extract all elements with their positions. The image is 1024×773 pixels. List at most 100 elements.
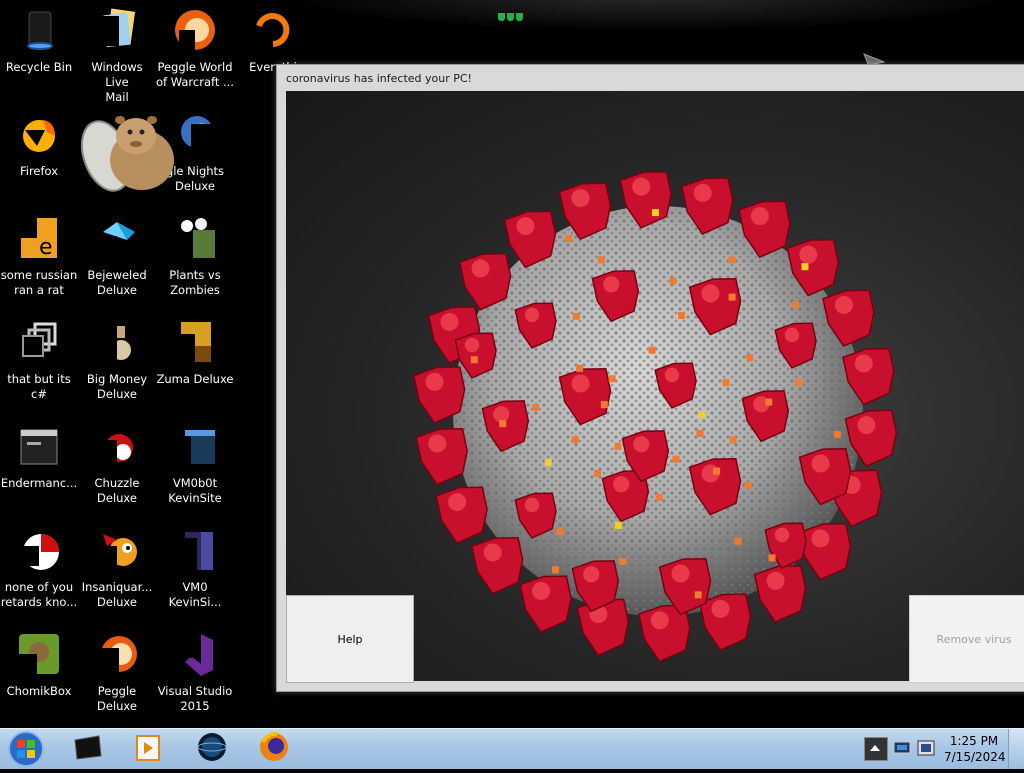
peggle-icon	[171, 6, 219, 54]
show-hidden-icons-icon[interactable]	[864, 737, 888, 761]
chomikbox-icon	[15, 630, 63, 678]
desktop-icon-bejeweled[interactable]: Bejeweled Deluxe	[78, 210, 156, 310]
clock-time: 1:25 PM	[949, 734, 999, 748]
virus-protein-dot	[734, 537, 742, 545]
virus-protein-dot	[801, 263, 809, 271]
virus-protein-dot	[669, 277, 677, 285]
capybara-image[interactable]	[80, 106, 180, 196]
virus-protein-dot	[619, 558, 627, 566]
network-icon[interactable]	[892, 739, 912, 757]
zuma-icon	[171, 318, 219, 366]
desktop-icon-big-money[interactable]: Big Money Deluxe	[78, 314, 156, 414]
virus-spike	[435, 486, 488, 545]
virus-protein-dot	[651, 209, 659, 217]
exe-icon: e	[15, 214, 63, 262]
shortcut-icon	[15, 318, 63, 366]
security-icon[interactable]	[916, 739, 936, 757]
virus-protein-dot	[499, 420, 507, 428]
desktop-icon-windows-live-mail[interactable]: Windows Live Mail	[78, 2, 156, 104]
virus-protein-dot	[728, 293, 736, 301]
system-tray	[862, 731, 942, 767]
desktop-icon-csharp[interactable]: that but its c#	[0, 314, 78, 414]
virus-protein-dot	[544, 458, 552, 466]
icon-label: that but its c#	[7, 372, 71, 401]
virus-protein-dot	[728, 256, 736, 264]
plants-vs-zombies-icon	[171, 214, 219, 262]
virus-protein-dot	[470, 356, 478, 364]
icon-label: some russian ran a rat	[0, 268, 78, 297]
virus-protein-dot	[556, 528, 564, 536]
desktop-icon-visual-studio[interactable]: Visual Studio 2015	[156, 626, 234, 726]
desktop-icon-endermanch[interactable]: Endermanc...	[0, 418, 78, 518]
taskbar-app-media-player[interactable]	[118, 731, 178, 767]
virus-protein-dot	[593, 469, 601, 477]
virus-protein-dot	[713, 467, 721, 475]
taskbar-clock[interactable]: 1:25 PM 7/15/2024	[944, 733, 1006, 765]
help-button[interactable]: Help	[286, 595, 414, 683]
virus-protein-dot	[833, 431, 841, 439]
taskbar-app-terminal[interactable]	[58, 731, 118, 767]
desktop-icon-recycle-bin[interactable]: Recycle Bin	[0, 2, 78, 102]
chuzzle-icon	[93, 422, 141, 470]
icon-label: Bejeweled Deluxe	[87, 268, 147, 297]
desktop-icon-none-of-you[interactable]: none of you retards kno...	[0, 522, 78, 622]
desktop-icon-russian-rat[interactable]: e some russian ran a rat	[0, 210, 78, 310]
firefox-icon	[15, 110, 63, 158]
virus-protein-dot	[744, 481, 752, 489]
icon-label: Insaniquar... Deluxe	[81, 580, 153, 609]
everything-icon	[249, 6, 297, 54]
desktop: Recycle Bin Firefox e some russian ran a…	[0, 0, 1024, 728]
virus-protein-dot	[694, 591, 702, 599]
clock-date: 7/15/2024	[944, 750, 1006, 764]
icon-label: Visual Studio 2015	[157, 684, 233, 713]
start-button[interactable]	[4, 729, 48, 769]
virus-spike	[576, 598, 630, 657]
vm-file-icon	[171, 526, 219, 574]
desktop-icon-pvz[interactable]: Plants vs Zombies	[156, 210, 234, 310]
remove-virus-button[interactable]: Remove virus	[909, 595, 1024, 683]
icon-label: Recycle Bin	[5, 60, 73, 74]
virus-protein-dot	[614, 442, 622, 450]
desktop-icon-firefox[interactable]: Firefox	[0, 106, 78, 206]
exe-icon	[15, 526, 63, 574]
icon-label: Peggle World of Warcraft ...	[156, 60, 234, 89]
virus-spike	[471, 536, 524, 595]
taskbar-app-firefox[interactable]	[244, 731, 304, 767]
icon-label: Windows Live Mail	[91, 60, 143, 104]
icon-label: Peggle Deluxe	[97, 684, 137, 713]
recycle-bin-icon	[15, 6, 63, 54]
virus-protein-dot	[572, 312, 580, 320]
desktop-icon-peggle-deluxe[interactable]: Peggle Deluxe	[78, 626, 156, 726]
desktop-icon-zuma[interactable]: Zuma Deluxe	[156, 314, 234, 414]
icon-label: VM0 KevinSi...	[168, 580, 222, 609]
window-title: coronavirus has infected your PC!	[286, 72, 472, 85]
icon-label: Big Money Deluxe	[86, 372, 148, 401]
virus-protein-dot	[608, 375, 616, 383]
virus-protein-dot	[571, 436, 579, 444]
taskbar: 1:25 PM 7/15/2024	[0, 728, 1024, 769]
icon-label: none of you retards kno...	[0, 580, 78, 609]
virus-protein-dot	[551, 566, 559, 574]
icon-label: Endermanc...	[0, 476, 78, 490]
icon-label: Firefox	[19, 164, 59, 178]
virus-protein-dot	[677, 311, 685, 319]
desktop-icon-chuzzle[interactable]: Chuzzle Deluxe	[78, 418, 156, 518]
desktop-icon-chomikbox[interactable]: ChomikBox	[0, 626, 78, 726]
desktop-icon-vm0-kevinsite[interactable]: VM0 KevinSi...	[156, 522, 234, 622]
desktop-icon-vm0b0t[interactable]: VM0b0t KevinSite	[156, 418, 234, 518]
virus-protein-dot	[746, 354, 754, 362]
svg-text:e: e	[39, 235, 53, 260]
visual-studio-icon	[171, 630, 219, 678]
icon-label: Plants vs Zombies	[169, 268, 221, 297]
virus-spike	[415, 428, 468, 486]
virus-protein-dot	[696, 429, 704, 437]
virus-spike	[753, 565, 807, 623]
desktop-icon-insaniquarium[interactable]: Insaniquar... Deluxe	[78, 522, 156, 622]
virus-popup-window[interactable]: coronavirus has infected your PC! Help R…	[276, 64, 1024, 692]
virus-spike	[698, 593, 752, 651]
desktop-icon-peggle-wow[interactable]: Peggle World of Warcraft ...	[156, 2, 234, 102]
show-desktop-button[interactable]	[1008, 729, 1024, 769]
icon-label: ChomikBox	[6, 684, 72, 698]
taskbar-app-browser[interactable]	[182, 731, 242, 767]
top-glow	[300, 0, 1000, 30]
